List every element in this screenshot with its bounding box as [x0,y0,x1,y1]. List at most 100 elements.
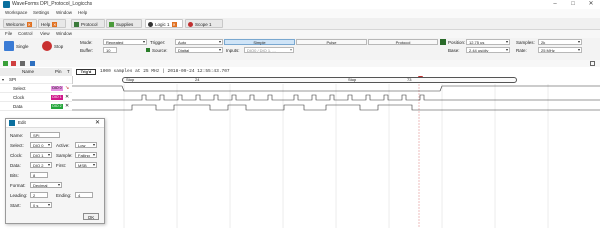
menu-window[interactable]: Window [56,10,72,15]
samples-label: Samples: [516,40,535,45]
stop-icon[interactable] [42,41,52,51]
base-label: Base: [448,48,460,53]
minimize-button[interactable]: – [546,0,564,9]
instrument-menu-bar [0,30,600,38]
menu-control[interactable]: Control [18,31,33,36]
close-icon[interactable]: ✕ [26,22,32,28]
active-dropdown[interactable]: Low [75,142,97,148]
position-input[interactable]: 12.75 us [466,39,510,45]
channel-row-spi[interactable]: ▾ SPI [0,76,72,84]
channel-row-clock[interactable]: Clock DIO 1 ✕ [0,93,72,102]
pin-badge: DIO 2 [51,104,63,109]
bus-label-second: Stop [348,77,357,82]
source-icon [146,48,150,52]
ending-input[interactable]: 4 [75,192,93,198]
channel-row-data[interactable]: Data DIO 2 ✕ [0,102,72,111]
settings-icon[interactable] [30,61,35,66]
trigger-dropdown[interactable]: Auto [175,39,223,45]
start-dropdown[interactable]: 0 s [30,202,52,208]
menu-view[interactable]: View [40,31,50,36]
dialog-close-icon[interactable]: ✕ [95,119,100,126]
rate-label: Rate: [516,48,527,53]
select-dropdown[interactable]: DIO 0 [30,142,52,148]
logic-icon [148,22,153,28]
source-label: Source: [152,48,168,53]
start-label: Start: [10,203,21,208]
leading-input[interactable]: 2 [30,192,48,198]
menu-bar [0,9,600,18]
window-title: WaveForms DPI_Protocol_Logicchs [12,1,93,7]
single-button[interactable]: Single [16,44,29,49]
first-label: First: [56,163,66,168]
bits-label: Bits: [10,173,19,178]
position-icon [440,39,446,45]
trigger-tab-pulse[interactable]: Pulse [296,39,367,45]
tab-supplies[interactable]: Supplies [106,19,142,28]
close-button[interactable]: ✕ [582,0,600,9]
sample-dropdown[interactable]: Falling [75,152,97,158]
tab-protocol[interactable]: Protocol [71,19,105,28]
first-dropdown[interactable]: MSB [75,162,97,168]
trigger-none-icon[interactable]: ✕ [65,94,69,100]
menu-file[interactable]: File [5,31,12,36]
trigger-label: Trigger: [150,40,166,45]
maximize-button[interactable]: □ [564,0,582,9]
rate-dropdown[interactable]: 25 MHz [538,47,582,53]
menu-instrument-window[interactable]: Window [56,31,72,36]
dialog-logo-icon [9,120,15,126]
view-options-icon[interactable] [590,61,595,66]
close-icon[interactable]: ✕ [52,22,58,28]
stop-button[interactable]: Stop [54,44,63,49]
tab-welcome[interactable]: Welcome ✕ [3,19,37,28]
trigger-fall-icon[interactable]: ↘ [65,85,69,91]
position-label: Position: [448,40,466,45]
waveform-svg [72,74,600,228]
menu-help[interactable]: Help [78,10,87,15]
menu-workspace[interactable]: Workspace [5,10,27,15]
single-icon[interactable] [4,41,14,51]
format-dropdown[interactable]: Decimal [30,182,62,188]
tab-help[interactable]: Help ✕ [38,19,66,28]
trigger-tab-protocol[interactable]: Protocol [368,39,438,45]
protocol-icon [74,22,79,28]
data-label: Data: [10,163,21,168]
mode-label: Mode: [80,40,93,45]
trigger-tab-simple[interactable]: Simple [224,39,295,45]
tab-label: Welcome [6,22,25,27]
sample-label: Sample: [56,153,73,158]
clock-label: Clock: [10,153,23,158]
source-dropdown[interactable]: Digital [175,47,223,53]
trigd-badge: Trig'd [76,69,96,75]
edit-channel-icon[interactable] [20,61,25,66]
menu-settings[interactable]: Settings [33,10,49,15]
tab-label: Supplies [116,22,134,27]
inputs-dropdown[interactable]: DIO0 / DIO 1, ... [244,47,294,53]
tab-scope[interactable]: Scope 1 [185,19,223,28]
leading-label: Leading: [10,193,28,198]
channel-name: SPI [9,77,17,82]
app-logo-icon [3,1,10,8]
pin-badge: DIO 0 [51,86,63,91]
add-channel-icon[interactable] [3,61,8,66]
remove-channel-icon[interactable] [11,61,16,66]
waveform-plot[interactable] [72,74,600,228]
mode-dropdown[interactable]: Repeated [103,39,147,45]
base-dropdown[interactable]: 2.44 us/div [466,47,510,53]
channel-row-select[interactable]: Select DIO 0 ↘ [0,84,72,93]
data-dropdown[interactable]: DIO 2 [30,162,52,168]
close-icon[interactable]: ✕ [171,22,177,28]
buffer-input[interactable]: 10 [103,47,117,53]
scope-icon [188,22,193,28]
channel-name: Data [13,104,23,109]
bits-input[interactable]: 8 [30,172,48,178]
samples-dropdown[interactable]: 2k [538,39,582,45]
expand-icon[interactable]: ▾ [2,77,4,82]
pin-badge: DIO 1 [51,95,63,100]
format-label: Format: [10,183,26,188]
name-input[interactable]: SPI [30,132,60,138]
tab-logic[interactable]: Logic 1 ✕ [145,19,183,28]
trigger-none-icon[interactable]: ✕ [65,103,69,109]
active-label: Active: [56,143,70,148]
clock-dropdown[interactable]: DIO 1 [30,152,52,158]
ok-button[interactable]: OK [83,213,99,220]
